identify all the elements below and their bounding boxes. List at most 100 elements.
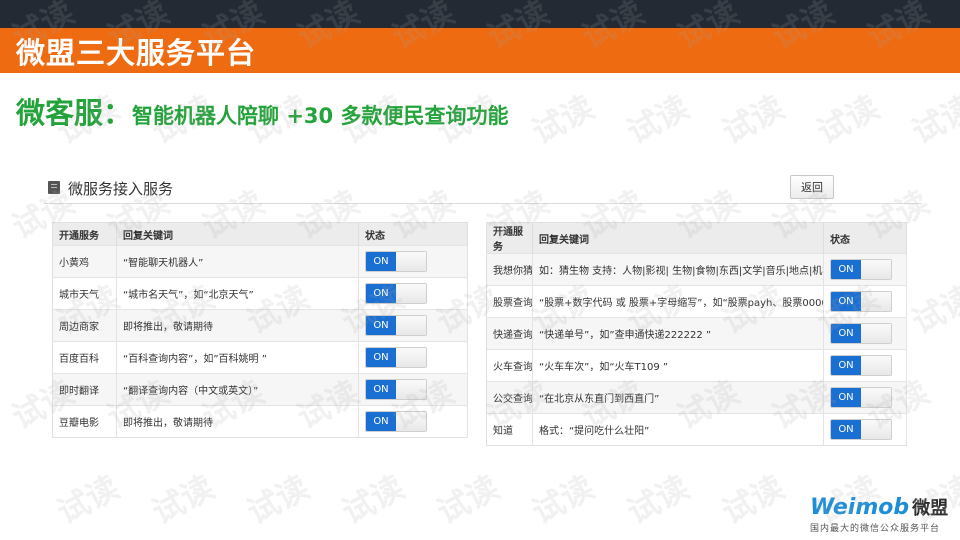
col-header-keywords: 回复关键词 bbox=[532, 222, 824, 254]
status-cell: ON bbox=[358, 373, 468, 406]
watermark-text: 试读 bbox=[50, 467, 126, 532]
watermark-text: 试读 bbox=[430, 467, 506, 532]
watermark-text: 试读 bbox=[955, 182, 960, 247]
subtitle-text: 智能机器人陪聊 +30 多款便民查询功能 bbox=[132, 104, 509, 128]
reply-keyword: 格式：“提问吃什么壮阳” bbox=[532, 413, 824, 446]
service-name: 豆瓣电影 bbox=[52, 405, 117, 438]
table-row: 豆瓣电影 即将推出，敬请期待 ON bbox=[52, 405, 468, 438]
right-service-table: 开通服务 回复关键词 状态 我想你猜 如：猜生物 支持：人物|影视| 生物|食物|… bbox=[486, 222, 907, 446]
table-row: 快递查询 “快递单号”，如”查申通快递222222 ” ON bbox=[486, 317, 907, 350]
status-cell: ON bbox=[823, 381, 907, 414]
back-button[interactable]: 返回 bbox=[790, 175, 834, 199]
reply-keyword: 即将推出，敬请期待 bbox=[116, 405, 359, 438]
col-header-service: 开通服务 bbox=[486, 222, 533, 254]
subtitle-lead: 微客服： bbox=[16, 96, 133, 130]
watermark-text: 试读 bbox=[620, 87, 696, 152]
service-name: 知道 bbox=[486, 413, 533, 446]
service-toggle[interactable]: ON bbox=[365, 283, 427, 304]
status-cell: ON bbox=[823, 349, 907, 382]
toggle-knob bbox=[396, 380, 426, 399]
service-toggle[interactable]: ON bbox=[365, 411, 427, 432]
service-toggle[interactable]: ON bbox=[830, 387, 892, 408]
toggle-knob bbox=[861, 356, 891, 375]
service-name: 公交查询 bbox=[486, 381, 533, 414]
toggle-on-label: ON bbox=[366, 252, 396, 271]
logo-brand-en: Weimob bbox=[810, 495, 910, 520]
page-title: 微盟三大服务平台 bbox=[16, 35, 257, 70]
toggle-on-label: ON bbox=[831, 356, 861, 375]
logo-brand-cn: 微盟 bbox=[912, 498, 949, 519]
toggle-on-label: ON bbox=[831, 292, 861, 311]
status-cell: ON bbox=[823, 285, 907, 318]
toggle-knob bbox=[861, 388, 891, 407]
toggle-knob bbox=[396, 284, 426, 303]
reply-keyword: “智能聊天机器人” bbox=[116, 245, 359, 278]
col-header-service: 开通服务 bbox=[52, 222, 117, 246]
service-toggle[interactable]: ON bbox=[365, 315, 427, 336]
toggle-on-label: ON bbox=[831, 420, 861, 439]
reply-keyword: “翻译查询内容（中文或英文）” bbox=[116, 373, 359, 406]
service-name: 百度百科 bbox=[52, 341, 117, 374]
toggle-on-label: ON bbox=[366, 412, 396, 431]
panel-header: 微服务接入服务 返回 bbox=[44, 175, 922, 204]
reply-keyword: “快递单号”，如”查申通快递222222 ” bbox=[532, 317, 824, 350]
status-cell: ON bbox=[358, 277, 468, 310]
reply-keyword: “城市名天气”，如“北京天气” bbox=[116, 277, 359, 310]
table-row: 周边商家 即将推出，敬请期待 ON bbox=[52, 309, 468, 342]
watermark-text: 试读 bbox=[715, 87, 791, 152]
toggle-knob bbox=[396, 252, 426, 271]
watermark-text: 试读 bbox=[715, 467, 791, 532]
service-toggle[interactable]: ON bbox=[830, 355, 892, 376]
title-band: 微盟三大服务平台 bbox=[0, 28, 960, 73]
service-toggle[interactable]: ON bbox=[365, 251, 427, 272]
table-row: 公交查询 “在北京从东直门到西直门” ON bbox=[486, 381, 907, 414]
top-dark-bar bbox=[0, 0, 960, 28]
status-cell: ON bbox=[823, 253, 907, 286]
service-name: 股票查询 bbox=[486, 285, 533, 318]
book-icon bbox=[48, 181, 60, 194]
col-header-status: 状态 bbox=[823, 222, 907, 254]
service-toggle[interactable]: ON bbox=[830, 419, 892, 440]
service-name: 周边商家 bbox=[52, 309, 117, 342]
weimob-logo: Weimob 微盟 国内最大的微信公众服务平台 bbox=[810, 494, 948, 534]
service-toggle[interactable]: ON bbox=[365, 379, 427, 400]
reply-keyword: “百科查询内容”，如”百科姚明 ” bbox=[116, 341, 359, 374]
status-cell: ON bbox=[358, 341, 468, 374]
status-cell: ON bbox=[358, 405, 468, 438]
service-name: 城市天气 bbox=[52, 277, 117, 310]
toggle-knob bbox=[861, 292, 891, 311]
service-toggle[interactable]: ON bbox=[830, 291, 892, 312]
col-header-keywords: 回复关键词 bbox=[116, 222, 359, 246]
reply-keyword: 即将推出，敬请期待 bbox=[116, 309, 359, 342]
watermark-text: 试读 bbox=[145, 467, 221, 532]
watermark-text: 试读 bbox=[525, 87, 601, 152]
service-toggle[interactable]: ON bbox=[365, 347, 427, 368]
logo-slogan: 国内最大的微信公众服务平台 bbox=[810, 524, 941, 534]
toggle-knob bbox=[396, 412, 426, 431]
watermark-text: 试读 bbox=[335, 467, 411, 532]
service-name: 快递查询 bbox=[486, 317, 533, 350]
table-row: 火车查询 “火车车次”，如“火车T109 ” ON bbox=[486, 349, 907, 382]
toggle-on-label: ON bbox=[831, 388, 861, 407]
table-row: 城市天气 “城市名天气”，如“北京天气” ON bbox=[52, 277, 468, 310]
reply-keyword: 如：猜生物 支持：人物|影视| 生物|食物|东西|文学|音乐|地点|机构|事件 bbox=[532, 253, 824, 286]
table-row: 股票查询 “股票+数字代码 或 股票+字母缩写”，如“股票payh、股票00000… bbox=[486, 285, 907, 318]
service-name: 小黄鸡 bbox=[52, 245, 117, 278]
service-toggle[interactable]: ON bbox=[830, 323, 892, 344]
toggle-knob bbox=[861, 260, 891, 279]
service-name: 火车查询 bbox=[486, 349, 533, 382]
toggle-knob bbox=[861, 420, 891, 439]
watermark-text: 试读 bbox=[620, 467, 696, 532]
watermark-text: 试读 bbox=[955, 372, 960, 437]
reply-keyword: “股票+数字代码 或 股票+字母缩写”，如“股票payh、股票000001” bbox=[532, 285, 824, 318]
col-header-status: 状态 bbox=[358, 222, 468, 246]
table-row: 百度百科 “百科查询内容”，如”百科姚明 ” ON bbox=[52, 341, 468, 374]
watermark-text: 试读 bbox=[525, 467, 601, 532]
status-cell: ON bbox=[358, 245, 468, 278]
table-row: 即时翻译 “翻译查询内容（中文或英文）” ON bbox=[52, 373, 468, 406]
status-cell: ON bbox=[823, 413, 907, 446]
service-toggle[interactable]: ON bbox=[830, 259, 892, 280]
watermark-text: 试读 bbox=[905, 277, 960, 342]
toggle-knob bbox=[396, 316, 426, 335]
table-row: 小黄鸡 “智能聊天机器人” ON bbox=[52, 245, 468, 278]
